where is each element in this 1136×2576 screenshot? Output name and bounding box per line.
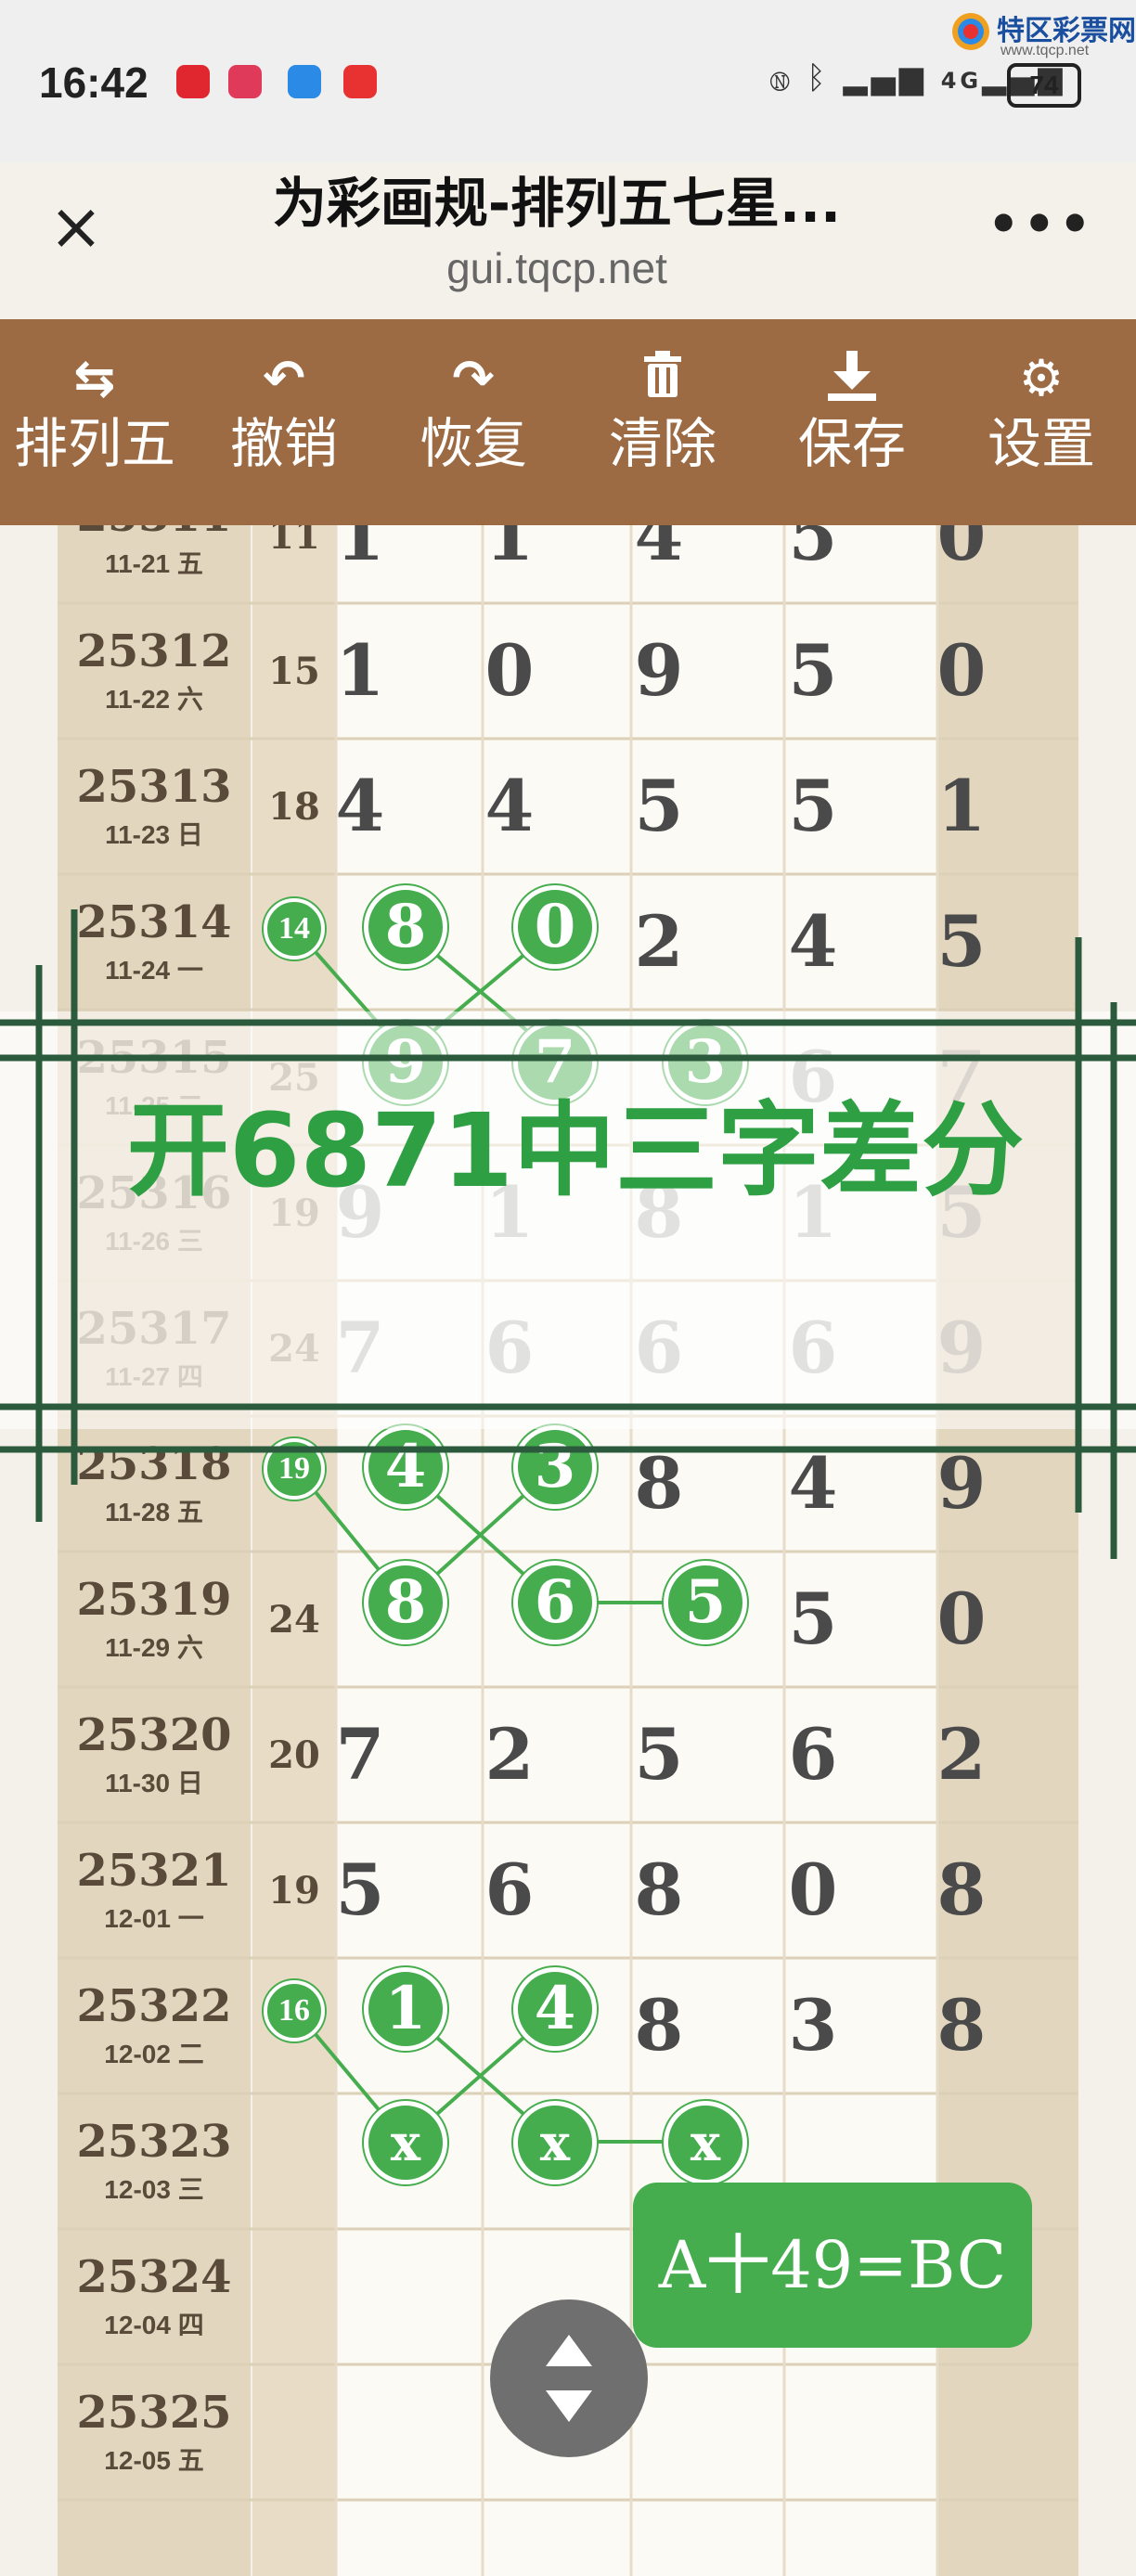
brand-logo-icon (952, 13, 989, 50)
undo-icon: ↶ (263, 349, 305, 407)
more-options-button[interactable]: ••• (988, 195, 1095, 253)
highlight-ball: x (664, 2101, 747, 2184)
highlight-ball: 8 (364, 1561, 447, 1644)
tool-label: 恢复 (419, 412, 527, 475)
lottery-type-button[interactable]: ⇆ 排列五 (0, 319, 189, 525)
notification-app-icon (176, 65, 210, 98)
swap-icon: ⇆ (73, 349, 116, 407)
highlight-ball: x (513, 2101, 597, 2184)
battery-indicator: 74 (1007, 63, 1081, 108)
annotation-text: 开6871中三字差分 (126, 1091, 1025, 1210)
scroll-toggle-button[interactable] (490, 2299, 648, 2457)
highlight-ball: 4 (513, 1967, 597, 2051)
close-icon: × (48, 188, 104, 264)
sum-marker-ball: 16 (264, 1980, 325, 2041)
settings-button[interactable]: ⚙ 设置 (947, 319, 1136, 525)
tool-label: 排列五 (13, 412, 175, 475)
wifi-signal-icon: ▂▄▆ (843, 59, 927, 97)
highlight-ball: x (364, 2101, 447, 2184)
up-down-arrow-icon (546, 2335, 592, 2422)
notification-app-icon (288, 65, 321, 98)
tool-label: 设置 (987, 412, 1095, 475)
redo-button[interactable]: ↷ 恢复 (379, 319, 568, 525)
highlight-ball: 8 (364, 885, 447, 969)
gear-icon: ⚙ (1018, 349, 1065, 407)
notification-app-icon (343, 65, 377, 98)
sum-marker-ball: 14 (264, 898, 325, 960)
toolbar: ⇆ 排列五 ↶ 撤销 ↷ 恢复 清除 保存 ⚙ 设置 (0, 319, 1136, 525)
tool-label: 撤销 (229, 412, 338, 475)
notification-app-icon (228, 65, 262, 98)
nfc-icon: Ⓝ (770, 59, 794, 97)
undo-button[interactable]: ↶ 撤销 (189, 319, 379, 525)
page-url: gui.tqcp.net (446, 244, 667, 292)
highlight-ball: 1 (364, 1967, 447, 2051)
clear-button[interactable]: 清除 (568, 319, 757, 525)
close-button[interactable]: × (43, 194, 110, 264)
status-bar: 16:42 Ⓝ ᛒ ▂▄▆ 4G▂▄▆ 74 特区彩票网 www.tqcp.ne… (0, 0, 1136, 162)
network-type: 4G (940, 68, 983, 94)
highlight-ball: 6 (513, 1561, 597, 1644)
watermark-url: www.tqcp.net (1000, 43, 1090, 58)
bluetooth-icon: ᛒ (807, 59, 830, 97)
highlight-ball: 0 (513, 885, 597, 969)
redo-icon: ↷ (452, 349, 495, 407)
status-time: 16:42 (39, 58, 148, 107)
save-button[interactable]: 保存 (757, 319, 947, 525)
sum-marker-ball: 19 (264, 1438, 325, 1500)
page-title: 为彩画规-排列五七星... (272, 172, 842, 235)
highlight-ball: 3 (513, 1425, 597, 1509)
highlight-ball: 4 (364, 1425, 447, 1509)
formula-label[interactable]: A十49=BC (633, 2183, 1032, 2348)
download-icon (757, 351, 947, 406)
more-icon: ••• (988, 195, 1095, 253)
tool-label: 保存 (797, 412, 906, 475)
trash-icon (568, 351, 757, 406)
highlight-ball: 5 (664, 1561, 747, 1644)
overlay-highlight (0, 1011, 1136, 1429)
tool-label: 清除 (608, 412, 716, 475)
